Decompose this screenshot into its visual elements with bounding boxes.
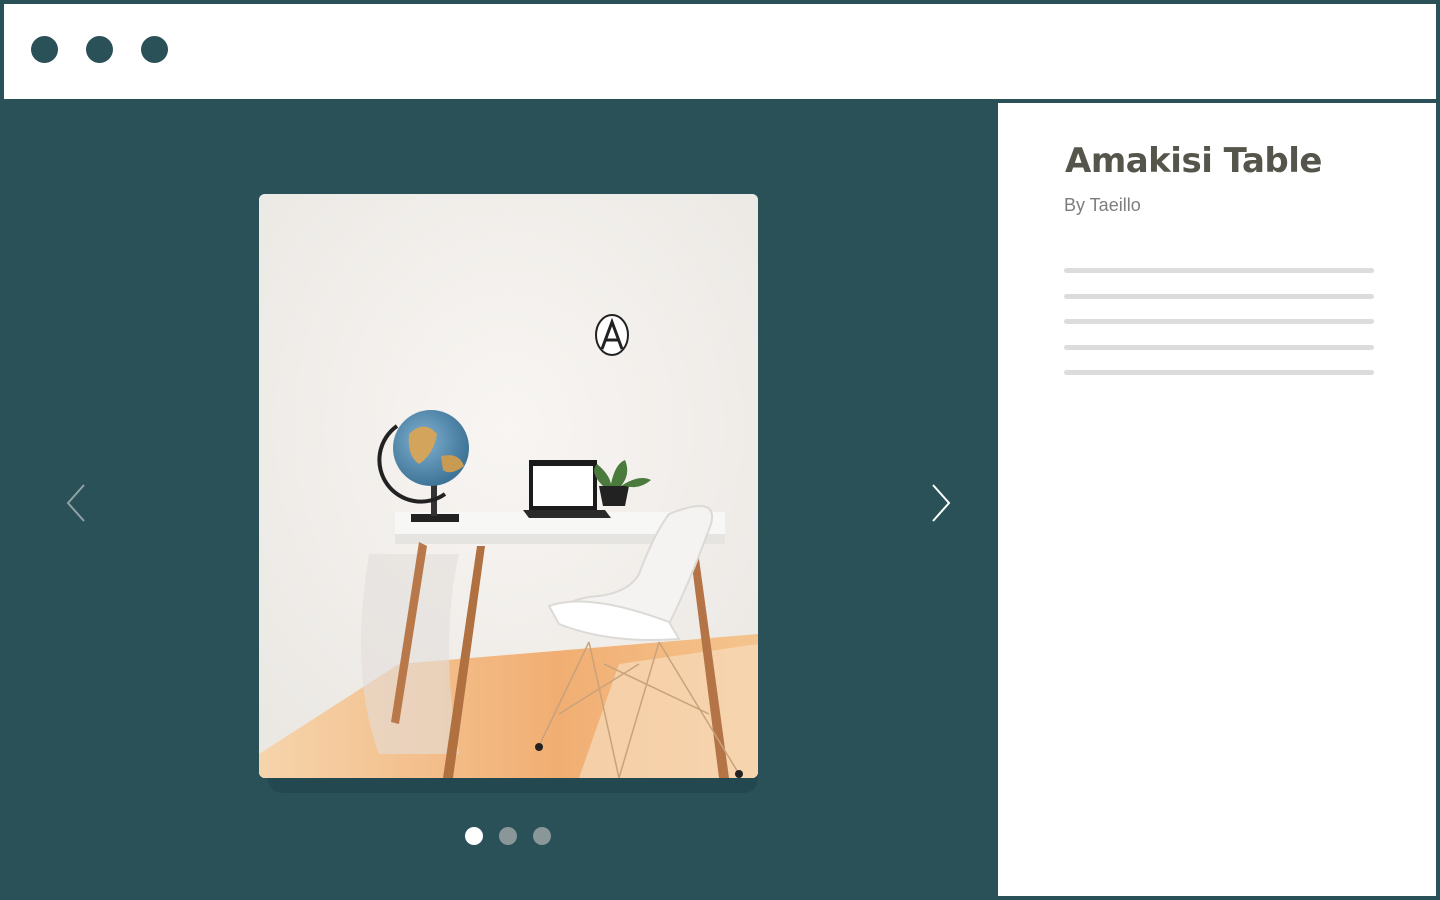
previous-image-button[interactable] — [62, 483, 92, 523]
slide-dot-2[interactable] — [498, 827, 517, 845]
window-titlebar — [4, 4, 1436, 99]
description-placeholder-line — [1064, 345, 1374, 350]
next-image-button[interactable] — [925, 483, 955, 523]
description-placeholder-line — [1064, 319, 1374, 324]
slide-pager — [0, 827, 998, 845]
product-image — [259, 194, 758, 778]
product-title: Amakisi Table — [1065, 141, 1322, 181]
window-close-dot[interactable] — [31, 36, 58, 63]
description-placeholder-line — [1064, 370, 1374, 375]
chevron-right-icon — [932, 484, 951, 522]
description-placeholder-line — [1064, 268, 1374, 273]
product-byline: By Taeillo — [1064, 195, 1141, 215]
slide-dot-1[interactable] — [464, 827, 483, 845]
product-details-panel: Amakisi Table By Taeillo — [998, 103, 1436, 896]
description-placeholder-line — [1064, 294, 1374, 299]
window-minimize-dot[interactable] — [86, 36, 113, 63]
image-gallery — [0, 103, 998, 900]
slide-dot-3[interactable] — [532, 827, 551, 845]
window-maximize-dot[interactable] — [141, 36, 168, 63]
chevron-left-icon — [66, 484, 85, 522]
